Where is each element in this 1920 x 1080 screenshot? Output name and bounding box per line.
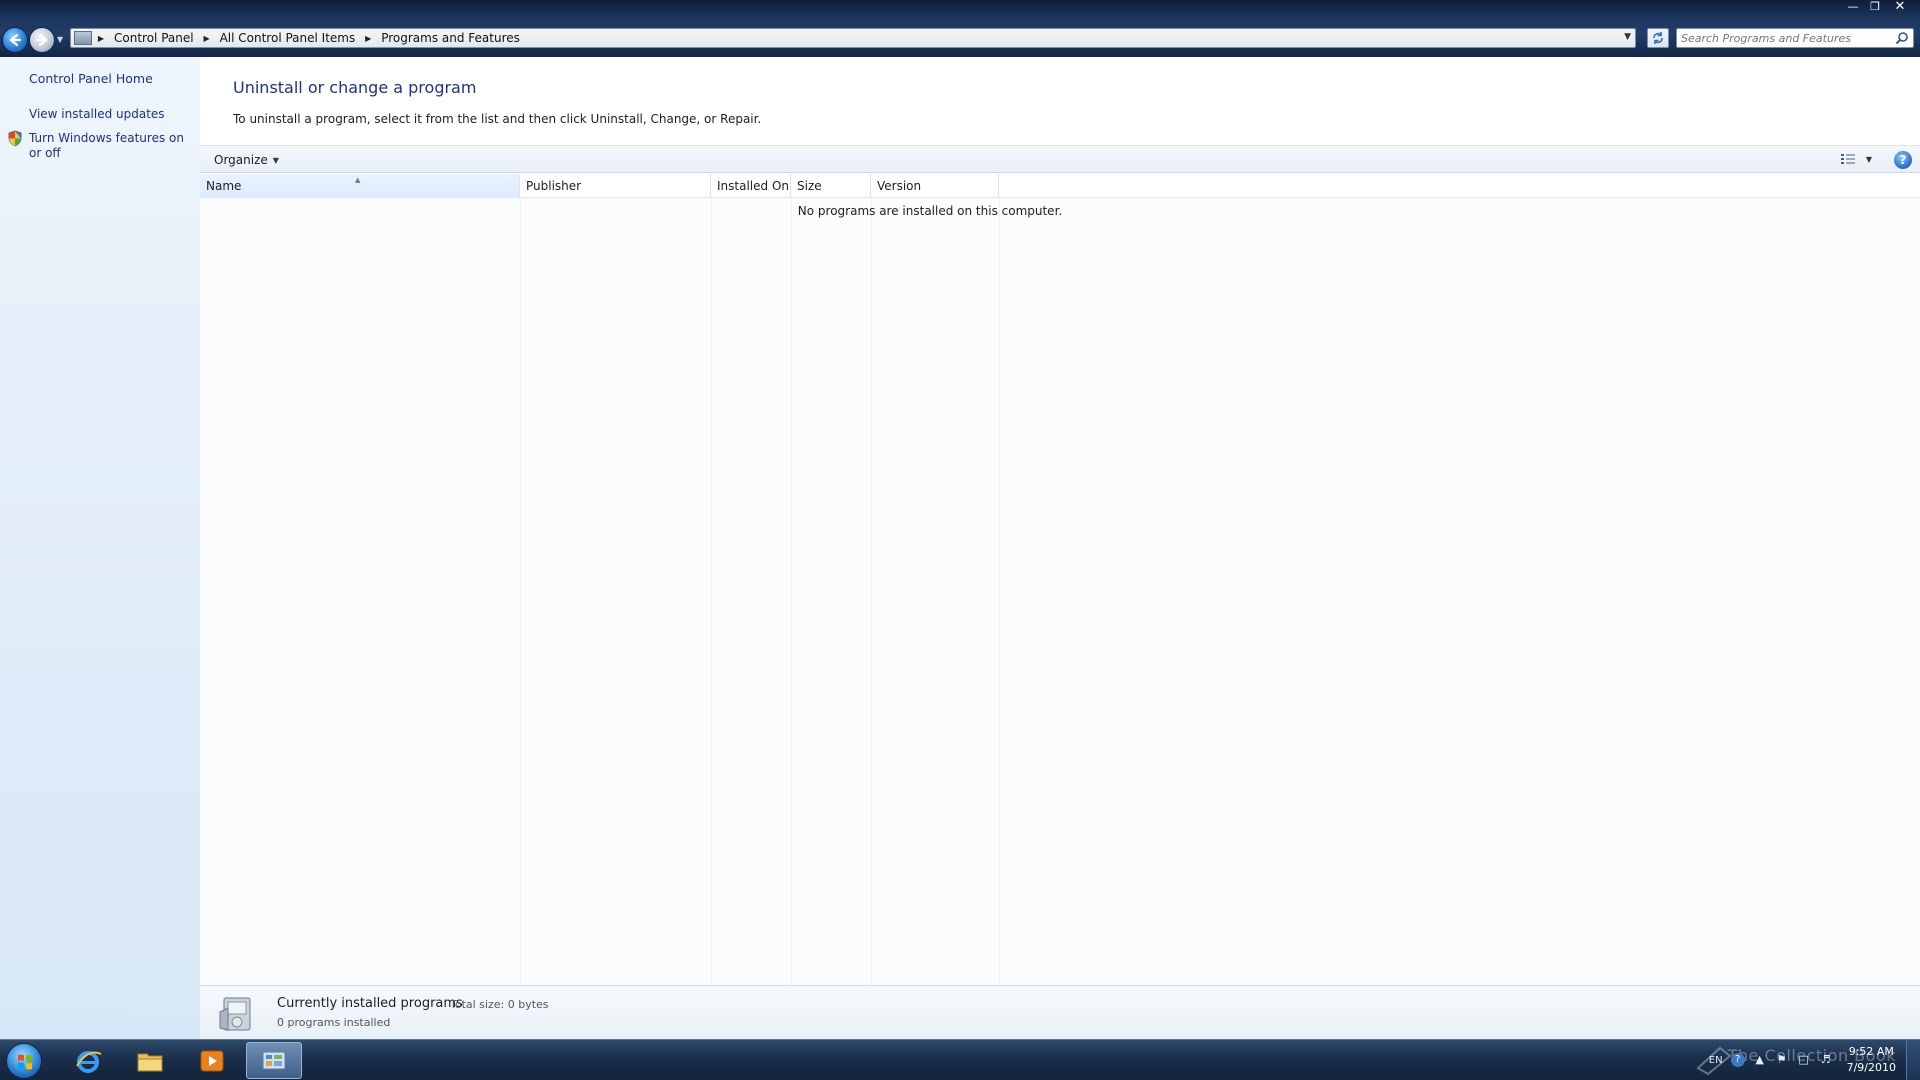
programs-list[interactable]: ▲ Name Publisher Installed On Size Versi… <box>200 174 1920 985</box>
help-icon: ? <box>1899 153 1907 167</box>
notification-area: EN ? ▲ ⚑ □ ♬ 9:52 AM 7/9/2010 <box>1709 1044 1896 1076</box>
help-button[interactable]: ? <box>1894 151 1912 169</box>
start-button[interactable] <box>6 1043 42 1079</box>
address-bar[interactable]: ▶ Control Panel ▶ All Control Panel Item… <box>70 28 1636 48</box>
close-button[interactable]: ✕ <box>1888 0 1912 14</box>
back-arrow-icon <box>9 33 22 47</box>
refresh-button[interactable] <box>1647 28 1669 48</box>
clock-time: 9:52 AM <box>1848 1045 1894 1058</box>
view-options-chevron-icon[interactable]: ▼ <box>1866 155 1872 164</box>
breadcrumb-separator-icon[interactable]: ▶ <box>359 34 377 43</box>
media-player-button[interactable] <box>184 1042 240 1079</box>
search-icon[interactable] <box>1895 31 1909 45</box>
search-input[interactable] <box>1681 29 1887 47</box>
control-panel-home-link[interactable]: Control Panel Home <box>29 71 153 86</box>
column-header-size[interactable]: Size <box>791 174 871 198</box>
volume-icon[interactable]: ♬ <box>1819 1053 1833 1067</box>
sort-ascending-icon: ▲ <box>355 176 361 184</box>
main-content: Uninstall or change a program To uninsta… <box>200 57 1920 1039</box>
organize-button[interactable]: Organize ▼ <box>208 151 285 169</box>
refresh-icon <box>1653 32 1663 44</box>
view-installed-updates-link[interactable]: View installed updates <box>29 107 165 122</box>
change-view-button[interactable]: ▼ <box>1840 152 1872 166</box>
search-box[interactable] <box>1676 28 1914 48</box>
taskbar: The Collection Book EN ? ▲ ⚑ □ ♬ 9:52 AM… <box>0 1039 1920 1080</box>
window-title-bar: — ❐ ✕ ▼ ▶ Control Panel ▶ All Control Pa… <box>0 0 1920 57</box>
maximize-icon: ❐ <box>1870 0 1880 13</box>
windows-logo-icon <box>18 1054 32 1070</box>
column-divider <box>871 198 872 985</box>
language-indicator[interactable]: EN <box>1709 1055 1723 1066</box>
column-header-label: Size <box>797 179 822 193</box>
column-header-name[interactable]: ▲ Name <box>200 174 520 198</box>
action-center-flag-icon[interactable]: ⚑ <box>1775 1053 1789 1067</box>
turn-windows-features-link[interactable]: Turn Windows features on or off <box>29 131 189 161</box>
page-title: Uninstall or change a program <box>233 78 477 97</box>
column-header-installed-on[interactable]: Installed On <box>711 174 791 198</box>
organize-label: Organize <box>214 153 268 167</box>
recent-pages-dropdown[interactable]: ▼ <box>57 35 65 45</box>
windows-explorer-button[interactable] <box>122 1042 178 1079</box>
chevron-down-icon: ▼ <box>272 155 279 165</box>
column-header-label: Name <box>206 179 242 193</box>
details-title: Currently installed programs <box>277 996 463 1011</box>
programs-count-label: 0 programs installed <box>277 1016 391 1029</box>
window-controls: — ❐ ✕ <box>1844 0 1912 14</box>
internet-explorer-button[interactable] <box>60 1042 116 1079</box>
back-button[interactable] <box>2 27 28 53</box>
control-panel-taskbar-button[interactable] <box>246 1042 302 1079</box>
clock-date: 7/9/2010 <box>1846 1061 1896 1074</box>
column-header-label: Installed On <box>717 179 789 193</box>
maximize-button[interactable]: ❐ <box>1866 0 1884 14</box>
column-header-publisher[interactable]: Publisher <box>520 174 711 198</box>
breadcrumb-separator-icon[interactable]: ▶ <box>92 34 110 43</box>
show-desktop-button[interactable] <box>1906 1040 1920 1080</box>
windows-explorer-icon <box>137 1053 163 1071</box>
media-player-icon <box>200 1050 224 1071</box>
close-icon: ✕ <box>1894 0 1906 14</box>
control-panel-icon <box>262 1051 286 1069</box>
empty-list-message: No programs are installed on this comput… <box>797 204 1063 218</box>
list-header: ▲ Name Publisher Installed On Size Versi… <box>200 174 1920 198</box>
help-icon[interactable]: ? <box>1730 1053 1745 1067</box>
column-divider <box>791 198 792 985</box>
shield-icon <box>8 130 22 147</box>
column-divider <box>711 198 712 985</box>
command-bar: Organize ▼ ▼ ? <box>200 145 1920 173</box>
column-divider <box>520 198 521 985</box>
forward-button[interactable] <box>29 27 55 53</box>
total-size-label: Total size: 0 bytes <box>450 998 549 1011</box>
network-icon[interactable]: □ <box>1797 1053 1811 1067</box>
clock[interactable]: 9:52 AM 7/9/2010 <box>1847 1044 1896 1076</box>
column-header-label: Publisher <box>526 179 582 193</box>
forward-arrow-icon <box>35 33 48 47</box>
details-pane: Currently installed programs Total size:… <box>200 985 1920 1039</box>
breadcrumb-programs-and-features[interactable]: Programs and Features <box>377 31 524 45</box>
details-view-icon <box>1840 154 1855 164</box>
page-description: To uninstall a program, select it from t… <box>233 112 762 126</box>
minimize-button[interactable]: — <box>1844 0 1862 14</box>
breadcrumb-separator-icon[interactable]: ▶ <box>198 34 216 43</box>
breadcrumb-all-control-panel-items[interactable]: All Control Panel Items <box>216 31 360 45</box>
column-header-label: Version <box>877 179 922 193</box>
column-header-version[interactable]: Version <box>871 174 999 198</box>
minimize-icon: — <box>1847 0 1859 13</box>
address-dropdown-icon[interactable]: ▼ <box>1624 32 1631 42</box>
breadcrumb-control-panel[interactable]: Control Panel <box>110 31 198 45</box>
installed-programs-icon <box>219 997 251 1031</box>
show-hidden-icons-icon[interactable]: ▲ <box>1753 1053 1767 1067</box>
task-pane: Control Panel Home View installed update… <box>0 57 200 1039</box>
internet-explorer-icon <box>76 1050 102 1073</box>
control-panel-icon <box>74 31 92 45</box>
column-divider <box>999 198 1000 985</box>
